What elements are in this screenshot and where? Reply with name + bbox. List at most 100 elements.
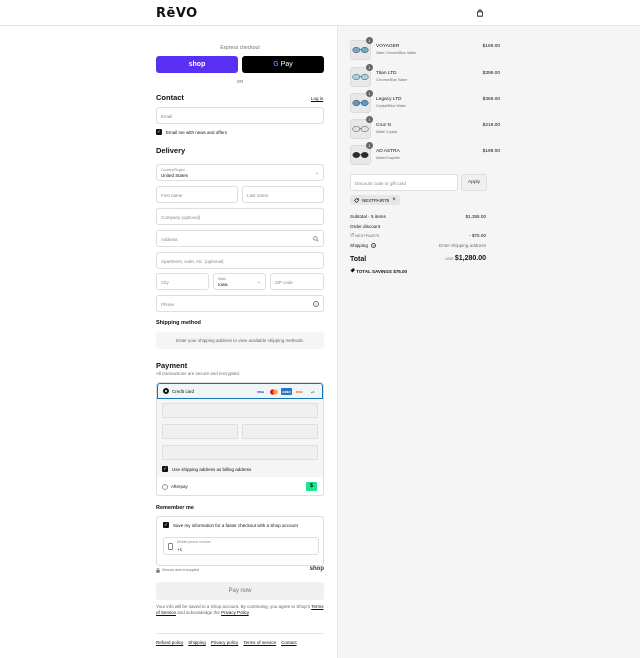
terms-of-service-footer-link[interactable]: Terms of service (243, 640, 276, 645)
apply-button[interactable]: Apply (461, 174, 487, 191)
amex-icon: AMEX (281, 388, 292, 395)
savings-row: TOTAL SAVINGS $75.00 (350, 268, 486, 274)
address-placeholder: Address (161, 236, 178, 242)
shop-pay-button[interactable]: shop (156, 56, 238, 73)
shopping-bag-icon[interactable] (476, 9, 484, 17)
save-info-checkbox[interactable]: ✓ (163, 522, 169, 528)
mobile-phone-label: Mobile phone number (177, 540, 211, 544)
product-name: Titan LTD (376, 71, 397, 76)
product-name: Cruz N (376, 123, 391, 128)
product-price: $219.00 (482, 123, 500, 128)
mobile-phone-icon (168, 543, 173, 550)
credit-card-radio[interactable] (163, 388, 169, 394)
product-price: $399.00 (482, 71, 500, 76)
quantity-badge: 1 (366, 142, 373, 149)
afterpay-option[interactable]: Afterpay $ (157, 479, 323, 495)
shipping-info-icon[interactable]: ? (371, 243, 377, 248)
shipping-method-title: Shipping method (156, 320, 201, 326)
quantity-badge: 1 (366, 37, 373, 44)
security-code-field[interactable] (242, 424, 318, 439)
privacy-policy-link[interactable]: Privacy Policy (221, 610, 249, 615)
zip-field[interactable]: ZIP code (270, 273, 324, 290)
save-info-checkbox-row[interactable]: ✓ Save my information for a faster check… (163, 522, 298, 528)
apartment-placeholder: Apartment, suite, etc. (optional) (161, 258, 224, 264)
afterpay-label: Afterpay (171, 484, 188, 489)
order-discount-label: Order discount (350, 224, 381, 229)
payment-title: Payment (156, 361, 188, 370)
or-divider: OR (236, 79, 244, 84)
product-variant: Satin Chrome/Blue Water (376, 51, 417, 55)
revo-logo[interactable]: RēVO (156, 6, 198, 21)
state-select[interactable]: State Iowa ⌄ (213, 273, 266, 290)
country-select[interactable]: Country/Region United States ⌄ (156, 164, 324, 181)
privacy-policy-footer-link[interactable]: Privacy policy (211, 640, 239, 645)
currency-code: USD (445, 256, 454, 261)
remove-discount-icon[interactable]: × (392, 197, 396, 203)
shipping-value: Enter shipping address (439, 243, 486, 248)
email-placeholder: Email (161, 113, 173, 119)
discount-code-text: NEXTPAIR75 (355, 233, 380, 238)
country-value: United States (161, 173, 189, 178)
email-field[interactable]: Email (156, 107, 324, 124)
state-label: State (218, 276, 227, 281)
first-name-field[interactable]: First name (156, 186, 238, 203)
credit-card-option[interactable]: Credit card VISA AMEX DISC +4 (157, 383, 323, 399)
expiry-field[interactable] (162, 424, 238, 439)
savings-value: $75.00 (393, 269, 407, 274)
save-info-label: Save my information for a faster checkou… (173, 522, 298, 528)
company-field[interactable]: Company (optional) (156, 208, 324, 225)
billing-checkbox-row[interactable]: ✓ Use shipping address as billing addres… (162, 466, 251, 472)
secure-row: Secure and encrypted shop (156, 566, 324, 576)
discount-tag-code: NEXTPAIR75 (362, 197, 390, 203)
discount-code-row: NEXTPAIR75 - $75.00 (350, 233, 486, 238)
shipping-link[interactable]: Shipping (188, 640, 206, 645)
billing-checkbox[interactable]: ✓ (162, 466, 168, 472)
name-on-card-field[interactable] (162, 445, 318, 460)
help-icon[interactable]: ? (313, 301, 319, 307)
product-price: $369.00 (482, 97, 500, 102)
pay-now-button[interactable]: Pay now (156, 582, 324, 600)
card-number-field[interactable] (162, 403, 318, 418)
tag-icon (350, 233, 354, 237)
sunglasses-icon (352, 73, 369, 81)
news-label: Email me with news and offers (166, 129, 227, 135)
mobile-phone-field[interactable]: Mobile phone number +1 (163, 537, 319, 555)
sunglasses-icon (352, 99, 369, 107)
mastercard-icon (268, 388, 279, 395)
order-discount-row: Order discount (350, 224, 486, 229)
product-variant: Matte Crystal (376, 130, 398, 134)
news-checkbox-row[interactable]: ✓ Email me with news and offers (156, 129, 227, 135)
state-value: Iowa (218, 282, 228, 287)
refund-policy-link[interactable]: Refund policy (156, 640, 183, 645)
product-price: $199.00 (482, 149, 500, 154)
first-name-placeholder: First name (161, 192, 183, 198)
discount-code-input[interactable]: Discount code or gift card (350, 174, 458, 191)
sunglasses-icon (352, 46, 369, 54)
search-icon (313, 236, 319, 242)
header: RēVO (0, 0, 640, 26)
afterpay-radio[interactable] (162, 484, 168, 490)
shop-logo: shop (309, 566, 324, 572)
discover-icon: DISC (295, 389, 304, 394)
address-field[interactable]: Address (156, 230, 324, 247)
secure-label: Secure and encrypted (162, 568, 200, 572)
product-variant: Matte/Graphite (376, 156, 400, 160)
total-value: $1,280.00 (454, 255, 486, 262)
login-link[interactable]: Log in (311, 96, 323, 101)
city-field[interactable]: City (156, 273, 209, 290)
shipping-label: Shipping (350, 243, 368, 248)
news-checkbox[interactable]: ✓ (156, 129, 162, 135)
chevron-down-icon: ⌄ (314, 169, 319, 176)
express-checkout-title: Express checkout (220, 45, 260, 51)
google-pay-button[interactable]: G Pay (242, 56, 324, 73)
savings-tag-icon (350, 268, 355, 273)
product-price: $169.00 (482, 44, 500, 49)
mobile-phone-value: +1 (177, 547, 183, 552)
footer-links: Refund policy Shipping Privacy policy Te… (156, 633, 324, 645)
shipping-method-message: Enter your shipping address to view avai… (156, 332, 324, 349)
phone-field[interactable]: Phone ? (156, 295, 324, 312)
apartment-field[interactable]: Apartment, suite, etc. (optional) (156, 252, 324, 269)
contact-link[interactable]: Contact (281, 640, 297, 645)
last-name-field[interactable]: Last name (242, 186, 324, 203)
subtotal-value: $1,355.00 (465, 214, 486, 219)
